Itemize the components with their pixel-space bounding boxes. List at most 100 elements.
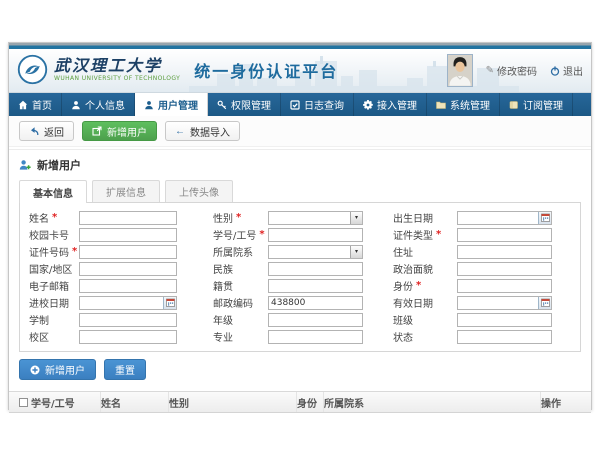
logout-link[interactable]: 退出	[550, 63, 583, 78]
calendar-icon[interactable]	[163, 297, 176, 309]
users-icon	[144, 100, 154, 110]
address-input[interactable]	[457, 245, 552, 259]
new-window-icon	[92, 126, 102, 136]
required-asterisk: *	[436, 229, 441, 240]
campus-input[interactable]	[79, 330, 177, 344]
column-header-name: 姓名	[101, 392, 169, 412]
form-actions: 新增用户 重置	[9, 352, 591, 387]
required-asterisk: *	[52, 212, 57, 223]
native-place-label: 籍贯	[213, 278, 268, 293]
submit-add-user-button[interactable]: 新增用户	[19, 359, 96, 380]
campus-card-input[interactable]	[79, 228, 177, 242]
campus-card-label: 校园卡号	[29, 227, 79, 242]
major-input[interactable]	[268, 330, 363, 344]
reset-button[interactable]: 重置	[104, 359, 146, 380]
ethnicity-input[interactable]	[268, 262, 363, 276]
enroll-date-label: 进校日期	[29, 295, 79, 310]
user-avatar[interactable]	[447, 54, 473, 87]
calendar-icon[interactable]	[538, 212, 551, 224]
id-number-input[interactable]	[79, 245, 177, 259]
column-header-gender: 性别	[169, 392, 297, 412]
user-table: 学号/工号 姓名 性别 身份 所属院系 操作	[9, 391, 591, 424]
back-button[interactable]: 返回	[19, 121, 74, 141]
form-row: 校区 专业 状态	[20, 328, 580, 345]
country-region-input[interactable]	[79, 262, 177, 276]
native-place-input[interactable]	[268, 279, 363, 293]
chevron-down-icon[interactable]: ▾	[350, 212, 362, 224]
university-logo	[17, 54, 48, 85]
nav-item-subscription-management[interactable]: 订阅管理	[500, 93, 573, 116]
political-status-input[interactable]	[457, 262, 552, 276]
tab-basic-info[interactable]: 基本信息	[19, 180, 87, 203]
tab-bar: 基本信息 扩展信息 上传头像	[9, 178, 591, 202]
gender-label: 性别*	[213, 210, 268, 225]
nav-item-permission-management[interactable]: 权限管理	[208, 93, 281, 116]
nav-item-user-management[interactable]: 用户管理	[135, 93, 208, 116]
name-label: 姓名*	[29, 210, 79, 225]
gear-icon	[363, 100, 373, 110]
calendar-icon[interactable]	[538, 297, 551, 309]
nav-item-home[interactable]: 首页	[9, 93, 62, 116]
required-asterisk: *	[416, 280, 421, 291]
required-asterisk: *	[259, 229, 264, 240]
chevron-down-icon[interactable]: ▾	[350, 246, 362, 258]
import-arrow-icon: ←	[175, 126, 185, 137]
home-icon	[18, 100, 28, 110]
section-title: 新增用户	[37, 157, 81, 173]
department-select[interactable]	[268, 245, 363, 259]
email-input[interactable]	[79, 279, 177, 293]
column-header-student-id: 学号/工号	[31, 392, 101, 412]
select-all-checkbox[interactable]	[19, 398, 28, 407]
schooling-length-input[interactable]	[79, 313, 177, 327]
status-label: 状态	[393, 329, 457, 344]
identity-input[interactable]	[457, 279, 552, 293]
student-id-label: 学号/工号*	[213, 227, 268, 242]
required-asterisk: *	[72, 246, 77, 257]
column-header-actions: 操作	[541, 392, 591, 412]
class-input[interactable]	[457, 313, 552, 327]
brand: 武汉理工大学 WUHAN UNIVERSITY OF TECHNOLOGY 统一…	[17, 54, 338, 85]
change-password-link[interactable]: ✎ 修改密码	[486, 63, 537, 78]
grade-input[interactable]	[268, 313, 363, 327]
nav-bar: 首页 个人信息 用户管理 权限管理 日志查询 接入管理 系统管理 订阅管理	[9, 93, 591, 116]
toolbar: 返回 新增用户 ← 数据导入	[9, 116, 591, 147]
add-user-icon	[19, 159, 31, 171]
university-name-cn: 武汉理工大学	[54, 57, 180, 75]
key-icon	[217, 100, 227, 110]
class-label: 班级	[393, 312, 457, 327]
schooling-length-label: 学制	[29, 312, 79, 327]
column-header-department: 所属院系	[324, 392, 541, 412]
platform-title: 统一身份认证平台	[194, 58, 338, 82]
id-number-label: 证件号码*	[29, 244, 79, 259]
user-icon	[71, 100, 81, 110]
notebook-icon	[509, 100, 519, 110]
form-row: 进校日期 邮政编码 有效日期	[20, 294, 580, 311]
campus-label: 校区	[29, 329, 79, 344]
id-type-input[interactable]	[457, 228, 552, 242]
power-icon	[550, 66, 560, 76]
postal-code-input[interactable]	[268, 296, 363, 310]
column-header-identity: 身份	[297, 392, 324, 412]
nav-item-profile[interactable]: 个人信息	[62, 93, 135, 116]
checklist-icon	[290, 100, 300, 110]
valid-date-label: 有效日期	[393, 295, 457, 310]
nav-item-log-query[interactable]: 日志查询	[281, 93, 354, 116]
grade-label: 年级	[213, 312, 268, 327]
plus-circle-icon	[30, 365, 40, 375]
gender-select[interactable]	[268, 211, 363, 225]
name-input[interactable]	[79, 211, 177, 225]
nav-item-system-management[interactable]: 系统管理	[427, 93, 500, 116]
university-name-en: WUHAN UNIVERSITY OF TECHNOLOGY	[54, 75, 180, 82]
tab-upload-avatar[interactable]: 上传头像	[165, 180, 233, 202]
nav-item-access-management[interactable]: 接入管理	[354, 93, 427, 116]
table-header: 学号/工号 姓名 性别 身份 所属院系 操作	[9, 392, 591, 413]
data-import-button[interactable]: ← 数据导入	[165, 121, 240, 141]
pencil-icon: ✎	[486, 65, 494, 76]
student-id-input[interactable]	[268, 228, 363, 242]
form-panel: 姓名* 性别* ▾ 出生日期 校园卡号 学号/工号* 证件类型* 证件号码* 所…	[19, 202, 581, 352]
add-user-toolbar-button[interactable]: 新增用户	[82, 121, 157, 141]
status-input[interactable]	[457, 330, 552, 344]
form-row: 国家/地区 民族 政治面貌	[20, 260, 580, 277]
section-header: 新增用户	[9, 149, 591, 178]
tab-extended-info[interactable]: 扩展信息	[92, 180, 160, 202]
